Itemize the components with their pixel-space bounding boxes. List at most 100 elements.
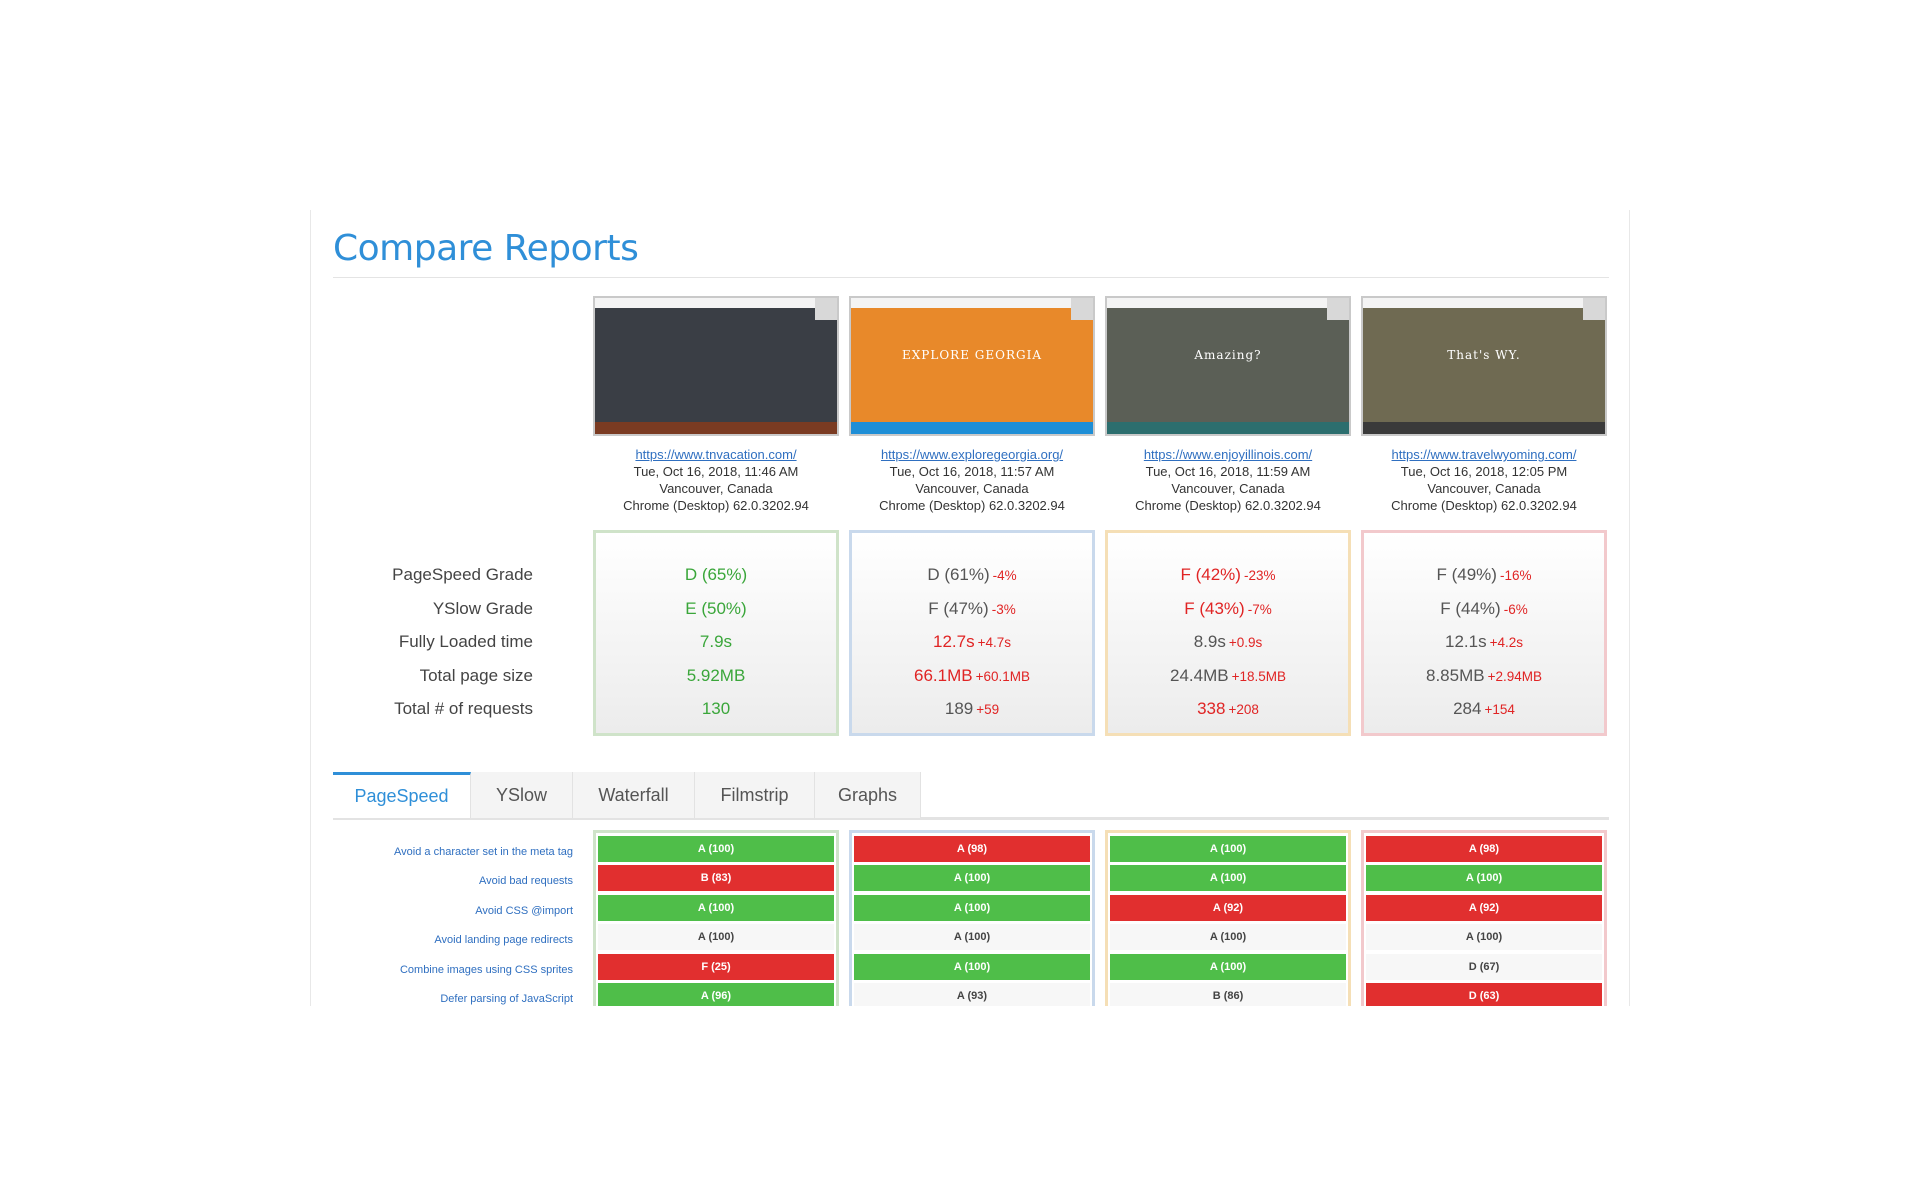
report-location: Vancouver, Canada [659,481,773,496]
metric-delta: +0.9s [1228,635,1263,650]
metrics-card: F (49%) -16% F (44%) -6% 12.1s +4.2s 8.85MB +2.… [1361,530,1607,736]
thumbnail-footer [1107,422,1349,434]
report-date: Tue, Oct 16, 2018, 12:05 PM [1400,464,1568,479]
metric-label-pagespeed: PageSpeed Grade [392,565,533,584]
metric-row-yslow: E (50%) [596,592,836,626]
metric-row-size: 8.85MB +2.94MB [1364,659,1604,693]
metric-value: 8.9s [1193,632,1226,651]
metric-delta: -4% [992,568,1017,583]
metric-value: F (42%) [1180,565,1241,584]
score-cell[interactable]: A (100) [1366,865,1602,892]
score-cell[interactable]: A (100) [1110,836,1346,862]
thumbnail-header [1107,298,1349,308]
metric-value: 284 [1453,699,1482,718]
metric-label-loaded: Fully Loaded time [398,632,533,651]
metric-row-size: 66.1MB +60.1MB [852,659,1092,693]
tab-filmstrip[interactable]: Filmstrip [695,772,815,818]
metrics-card: D (65%) E (50%) 7.9s 5.92MB 130 [593,530,839,736]
rule-label[interactable]: Combine images using CSS sprites [333,956,573,985]
thumbnail-header [851,298,1093,308]
metric-labels: PageSpeed Grade YSlow Grade Fully Loaded… [333,558,533,726]
score-cell[interactable]: B (86) [1110,982,1346,1006]
rule-labels: Avoid a character set in the meta tag Av… [333,838,573,1006]
rule-label[interactable]: Avoid a character set in the meta tag [333,838,573,867]
score-cell[interactable]: A (98) [1366,836,1602,862]
score-cell[interactable]: A (98) [854,836,1090,862]
metric-row-pagespeed: F (49%) -16% [1364,558,1604,592]
metric-value: D (65%) [684,565,748,584]
metric-row-yslow: F (47%) -3% [852,592,1092,626]
score-cell[interactable]: A (100) [854,924,1090,951]
score-cell[interactable]: A (93) [854,982,1090,1006]
metric-delta: -6% [1503,601,1528,617]
metric-row-yslow: F (44%) -6% [1364,592,1604,626]
report-location: Vancouver, Canada [1427,481,1541,496]
metric-label-requests: Total # of requests [394,699,533,718]
metric-value: D (61%) [927,565,990,584]
metric-row-requests: 189 +59 [852,692,1092,726]
report-url-link[interactable]: https://www.exploregeorgia.org/ [881,447,1063,462]
score-cell[interactable]: D (67) [1366,953,1602,980]
metric-value: 8.85MB [1425,665,1485,685]
thumbnail-header [1363,298,1605,308]
score-cell[interactable]: A (100) [598,836,834,862]
site-screenshot-thumbnail[interactable]: Amazing? [1105,296,1351,436]
score-cell[interactable]: A (100) [1110,924,1346,951]
report-location: Vancouver, Canada [915,481,1029,496]
page-title: Compare Reports [333,228,639,269]
rule-label[interactable]: Avoid landing page redirects [333,926,573,955]
score-cell[interactable]: A (100) [854,894,1090,921]
score-cell[interactable]: A (92) [1110,894,1346,921]
report-url-link[interactable]: https://www.tnvacation.com/ [635,447,796,462]
score-cell[interactable]: A (100) [1110,865,1346,892]
metric-row-pagespeed: D (61%) -4% [852,558,1092,592]
tab-waterfall[interactable]: Waterfall [573,772,695,818]
metric-row-loaded: 8.9s +0.9s [1108,625,1348,659]
metric-value: 12.1s [1445,632,1487,651]
score-cell[interactable]: A (100) [854,865,1090,892]
thumbnail-hero [595,308,837,426]
metric-value: F (47%) [928,598,989,618]
report-meta: https://www.exploregeorgia.org/Tue, Oct … [849,446,1095,514]
score-cell[interactable]: A (92) [1366,894,1602,921]
metric-row-loaded: 7.9s [596,625,836,659]
score-cell[interactable]: D (63) [1366,982,1602,1006]
metric-delta: +59 [976,702,1000,717]
tab-graphs[interactable]: Graphs [815,772,921,818]
metric-value: 130 [701,699,731,718]
score-cell[interactable]: A (96) [598,982,834,1006]
metric-delta: +154 [1484,702,1515,717]
metric-row-requests: 338 +208 [1108,692,1348,726]
tab-pagespeed[interactable]: PageSpeed [333,772,471,818]
metric-delta: +4.7s [977,635,1011,650]
tab-yslow[interactable]: YSlow [471,772,573,818]
score-cell[interactable]: A (100) [1366,924,1602,951]
rule-label[interactable]: Avoid CSS @import [333,897,573,926]
title-divider [333,277,1609,278]
score-cell[interactable]: A (100) [854,953,1090,980]
site-screenshot-thumbnail[interactable]: That's WY. [1361,296,1607,436]
thumbnail-corner-badge [815,298,837,320]
report-url-link[interactable]: https://www.enjoyillinois.com/ [1144,447,1312,462]
score-cell[interactable]: A (100) [598,894,834,921]
rule-label[interactable]: Defer parsing of JavaScript [333,985,573,1006]
thumbnail-corner-badge [1327,298,1349,320]
thumbnail-hero [1363,308,1605,426]
metric-delta: +18.5MB [1231,668,1286,684]
metrics-card: D (61%) -4% F (47%) -3% 12.7s +4.7s 66.1MB +60.… [849,530,1095,736]
metric-delta: +2.94MB [1487,668,1542,684]
site-screenshot-thumbnail[interactable] [593,296,839,436]
metric-delta: -16% [1499,568,1532,583]
thumbnail-caption: Amazing? [1194,348,1262,362]
site-screenshot-thumbnail[interactable]: EXPLORE GEORGIA [849,296,1095,436]
score-cell[interactable]: F (25) [598,953,834,980]
metric-row-size: 24.4MB +18.5MB [1108,659,1348,693]
pagespeed-score-grid: A (98) A (100) A (92) A (100) D (67) D (63) [1361,830,1607,1006]
score-cell[interactable]: B (83) [598,865,834,892]
report-url-link[interactable]: https://www.travelwyoming.com/ [1392,447,1577,462]
thumbnail-caption: That's WY. [1447,348,1521,362]
score-cell[interactable]: A (100) [1110,953,1346,980]
rule-label[interactable]: Avoid bad requests [333,867,573,896]
score-cell[interactable]: A (100) [598,924,834,951]
thumbnail-hero [851,308,1093,426]
